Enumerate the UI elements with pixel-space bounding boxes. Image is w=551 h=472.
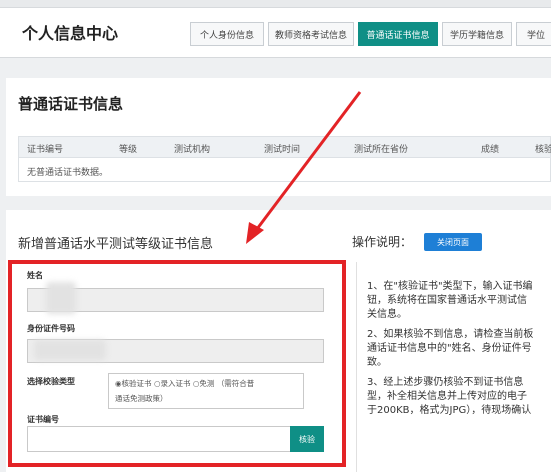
certificate-table: 证书编号 等级 测试机构 测试时间 测试所在省份 成绩 核验 无普通话证书数据。 [18, 136, 551, 182]
page-header: 个人信息中心 个人身份信息 教师资格考试信息 普通话证书信息 学历学籍信息 学位 [0, 8, 551, 58]
table-row-empty: 无普通话证书数据。 [18, 158, 551, 182]
add-certificate-title: 新增普通话水平测试等级证书信息 [18, 237, 214, 252]
column-header: 核验 [535, 145, 551, 155]
instruction-line: 型，补全相关信息并上传对应的电子 [367, 391, 527, 402]
instruction-line: 2、如果核验不到信息，请检查当前板 [367, 329, 534, 340]
instruction-line: 钮，系统将在国家普通话水平测试信 [367, 295, 527, 306]
browser-top-strip [0, 0, 551, 8]
tab-personal-identity[interactable]: 个人身份信息 [190, 22, 264, 46]
instruction-line: 关信息。 [367, 309, 407, 320]
instructions-heading: 操作说明： [352, 235, 413, 249]
section-gap [0, 58, 551, 78]
empty-message: 无普通话证书数据。 [27, 168, 109, 178]
tab-mandarin-certificate[interactable]: 普通话证书信息 [358, 22, 438, 46]
instruction-line: 致。 [367, 357, 387, 368]
column-header: 测试所在省份 [354, 145, 409, 155]
instruction-line: 3、经上述步骤仍核验不到证书信息 [367, 377, 524, 388]
page-title: 个人信息中心 [22, 24, 119, 43]
instructions-text: 1、在"核验证书"类型下，输入证书编 钮，系统将在国家普通话水平测试信 关信息。… [356, 262, 551, 472]
column-header: 成绩 [481, 145, 500, 155]
certificate-info-panel: 普通话证书信息 证书编号 等级 测试机构 测试时间 测试所在省份 成绩 核验 无… [6, 78, 551, 196]
instruction-line: 1、在"核验证书"类型下，输入证书编 [367, 281, 533, 292]
instruction-line: 通话证书信息中的"姓名、身份证件号 [367, 343, 532, 354]
certificate-info-title: 普通话证书信息 [18, 95, 124, 113]
column-header: 证书编号 [27, 145, 64, 155]
column-header: 测试时间 [264, 145, 301, 155]
highlight-frame [8, 260, 346, 467]
close-page-button[interactable]: 关闭页面 [424, 233, 482, 251]
instruction-line: 于200KB，格式为JPG），待现场确认 [367, 405, 532, 416]
tab-teacher-exam[interactable]: 教师资格考试信息 [268, 22, 354, 46]
column-header: 等级 [119, 145, 138, 155]
table-header: 证书编号 等级 测试机构 测试时间 测试所在省份 成绩 核验 [18, 136, 551, 158]
tab-education-record[interactable]: 学历学籍信息 [442, 22, 512, 46]
tab-degree[interactable]: 学位 [516, 22, 551, 46]
column-header: 测试机构 [174, 145, 211, 155]
